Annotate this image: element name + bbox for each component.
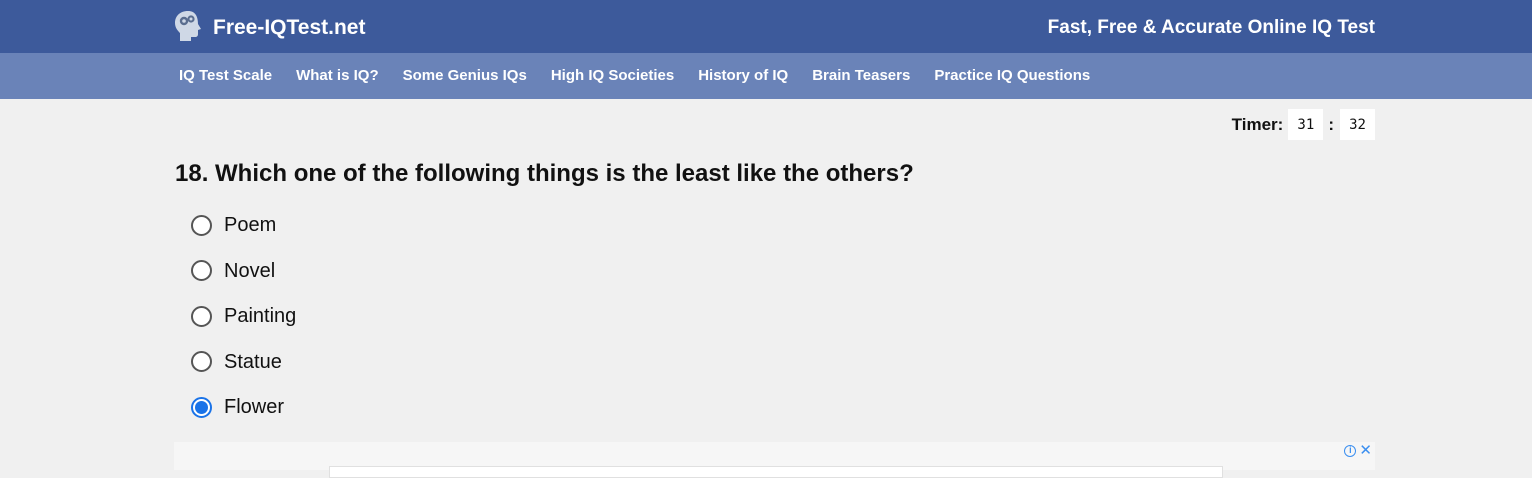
nav-item-what-is-iq[interactable]: What is IQ?	[296, 66, 379, 86]
close-icon[interactable]: ✕	[1359, 443, 1372, 458]
nav-item-history-of-iq[interactable]: History of IQ	[698, 66, 788, 86]
option-label[interactable]: Painting	[224, 302, 296, 330]
answer-option[interactable]: Novel	[191, 256, 296, 286]
timer: Timer: 31 : 32	[1232, 109, 1375, 140]
answer-option[interactable]: Painting	[191, 301, 296, 331]
nav-items: IQ Test Scale What is IQ? Some Genius IQ…	[179, 66, 1114, 86]
brain-head-icon[interactable]	[174, 10, 202, 42]
answer-option[interactable]: Statue	[191, 347, 296, 377]
nav-item-iq-test-scale[interactable]: IQ Test Scale	[179, 66, 272, 86]
timer-minutes: 31	[1288, 109, 1324, 140]
site-header: Free-IQTest.net Fast, Free & Accurate On…	[0, 0, 1532, 53]
ad-controls: i ✕	[1344, 443, 1372, 458]
ad-content[interactable]	[329, 466, 1223, 478]
nav-item-some-genius-iqs[interactable]: Some Genius IQs	[403, 66, 527, 86]
radio-button[interactable]	[191, 396, 212, 418]
site-tagline: Fast, Free & Accurate Online IQ Test	[1047, 17, 1375, 38]
ad-banner: i ✕	[174, 442, 1375, 478]
option-label[interactable]: Novel	[224, 257, 275, 285]
radio-button[interactable]	[191, 260, 212, 281]
nav-item-high-iq-societies[interactable]: High IQ Societies	[551, 66, 674, 86]
site-name[interactable]: Free-IQTest.net	[213, 14, 365, 42]
nav-item-brain-teasers[interactable]: Brain Teasers	[812, 66, 910, 86]
answer-option[interactable]: Poem	[191, 210, 296, 240]
timer-label: Timer:	[1231, 114, 1284, 134]
question-title: 18. Which one of the following things is…	[175, 160, 914, 187]
answer-options: Poem Novel Painting Statue Flower	[191, 210, 296, 438]
timer-separator: :	[1328, 114, 1334, 134]
option-label[interactable]: Flower	[224, 393, 284, 421]
radio-button[interactable]	[191, 305, 212, 327]
main-nav: IQ Test Scale What is IQ? Some Genius IQ…	[0, 53, 1532, 99]
option-label[interactable]: Poem	[224, 211, 276, 239]
option-label[interactable]: Statue	[224, 348, 282, 376]
info-icon[interactable]: i	[1344, 444, 1357, 457]
radio-button[interactable]	[191, 214, 212, 236]
answer-option[interactable]: Flower	[191, 392, 296, 422]
radio-button[interactable]	[191, 351, 212, 372]
timer-seconds: 32	[1340, 109, 1375, 140]
nav-item-practice-iq-questions[interactable]: Practice IQ Questions	[934, 66, 1090, 86]
